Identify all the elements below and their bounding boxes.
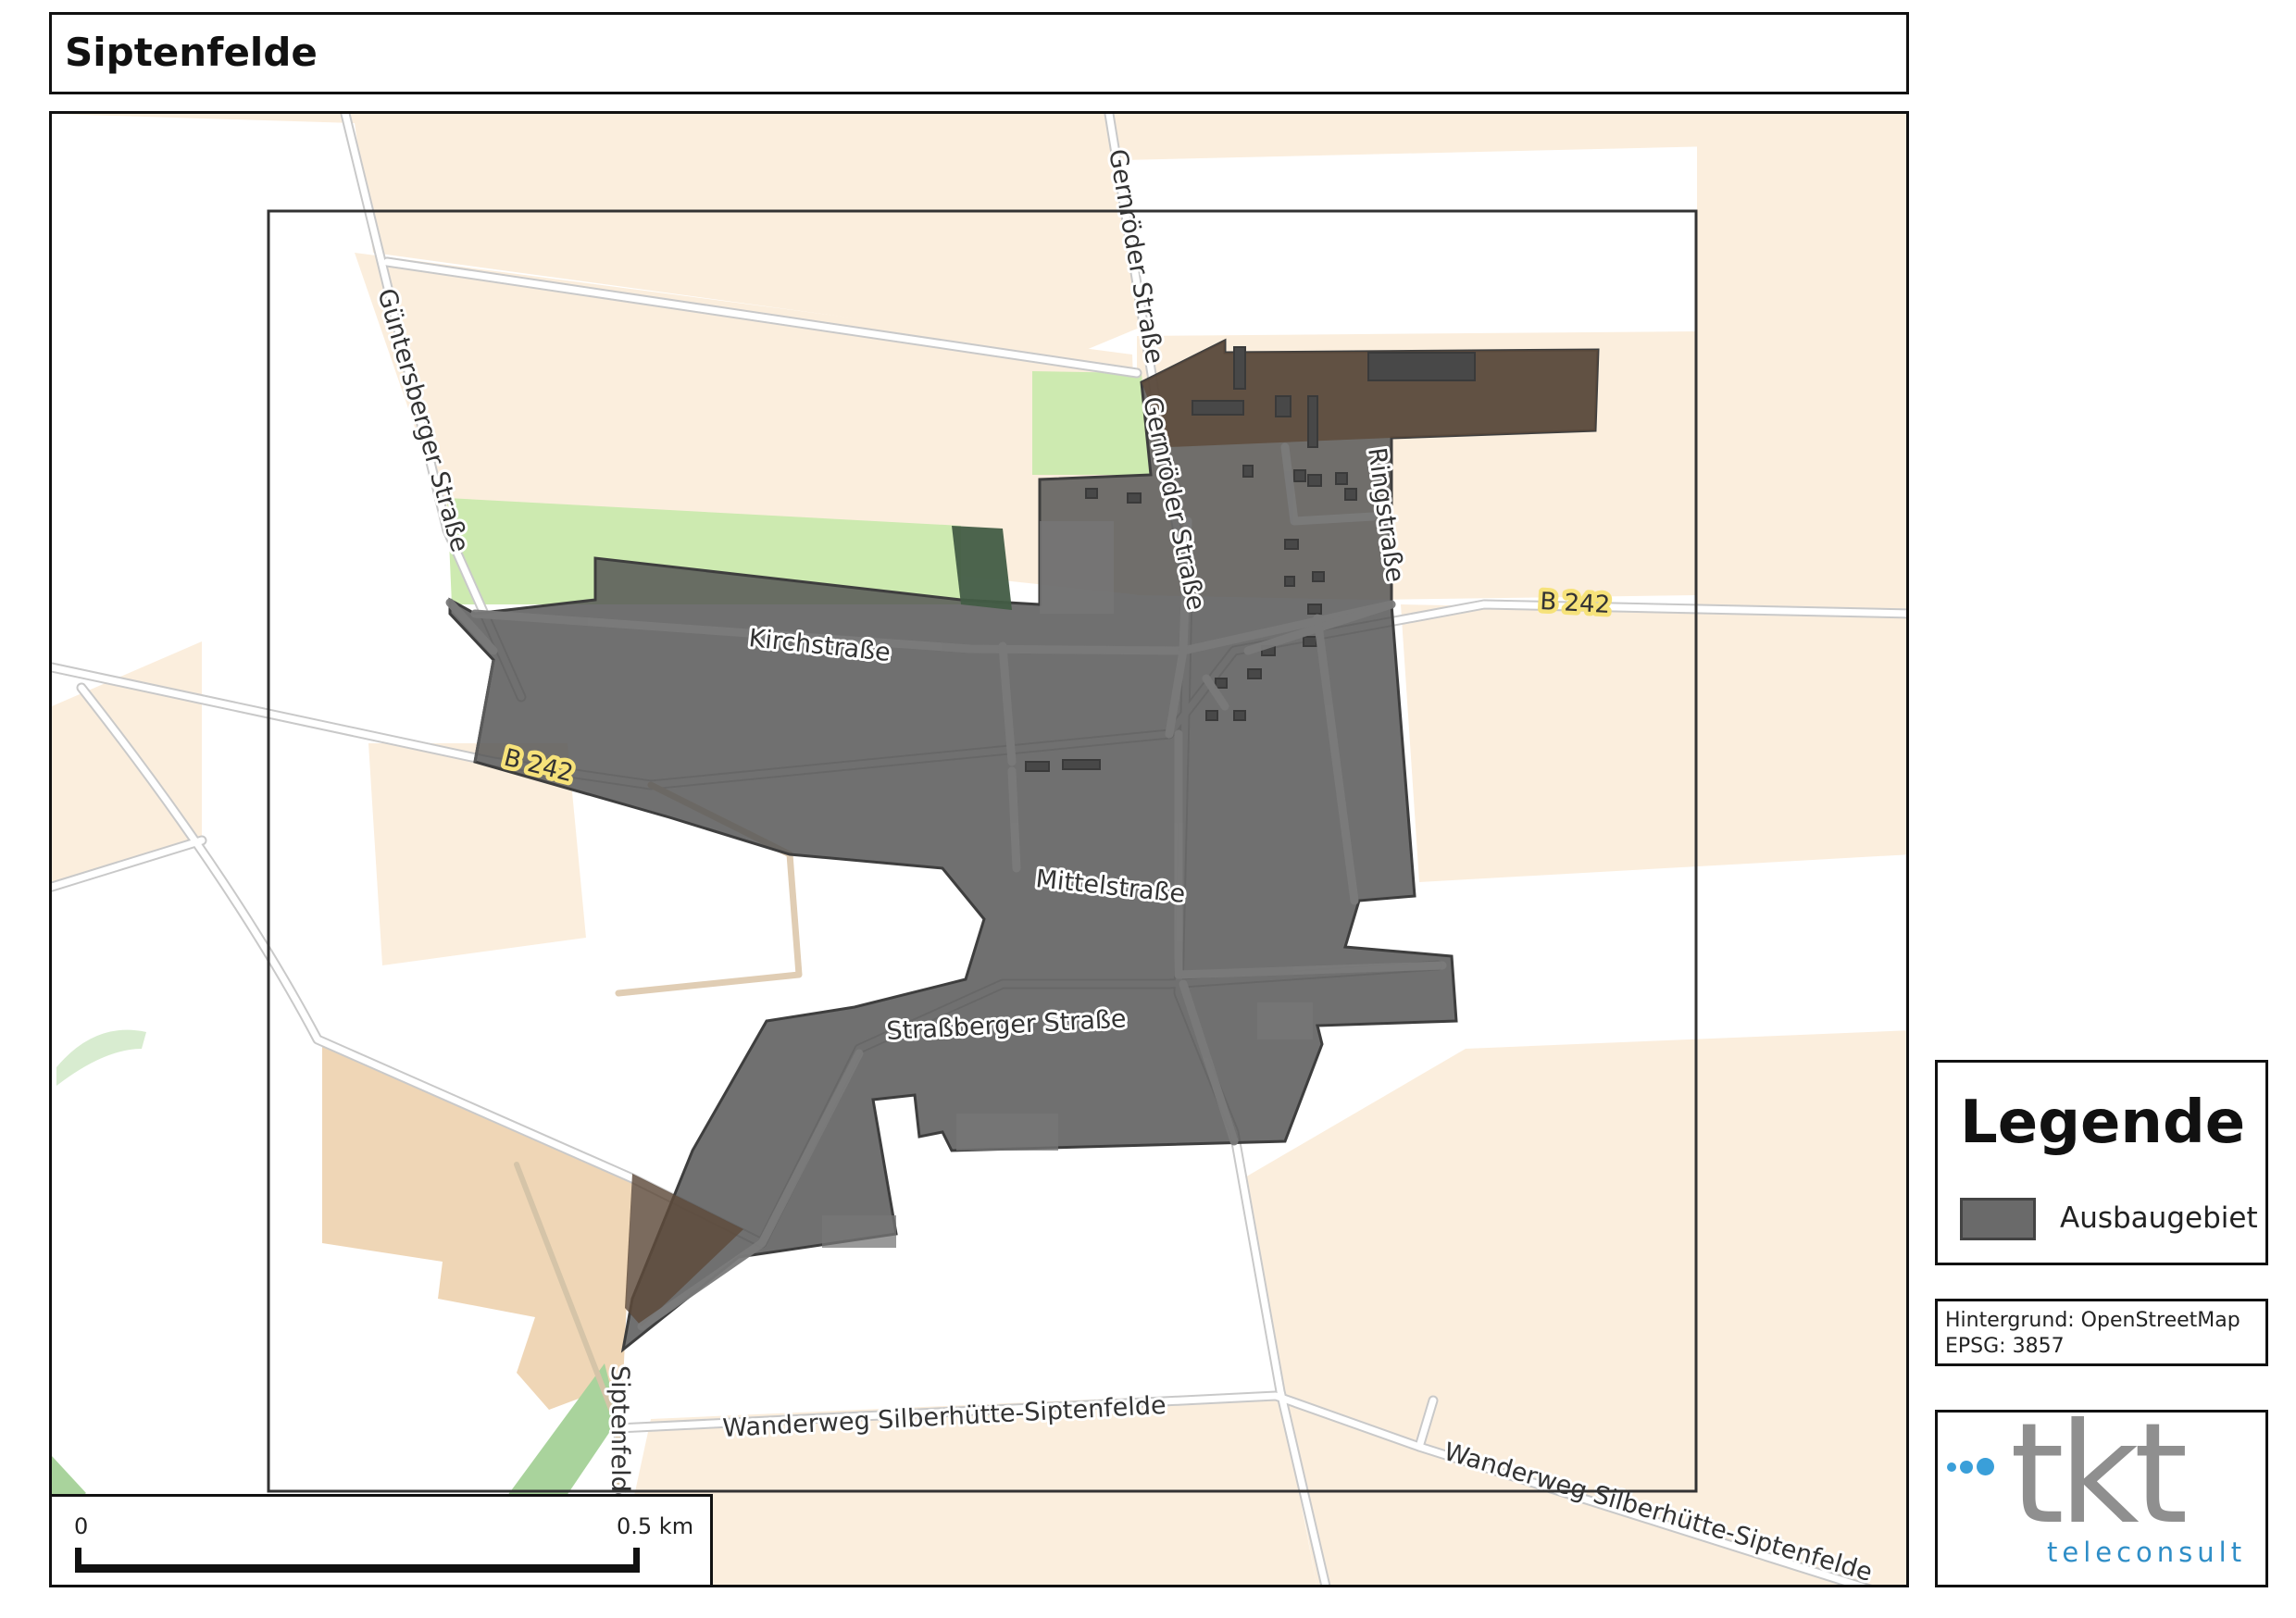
map-frame[interactable]: Güntersberger Straße Gernröder Straße Ge… [49, 111, 1909, 1587]
logo-dots-icon [1947, 1457, 1998, 1475]
legend-entry-ausbaugebiet: Ausbaugebiet [2060, 1201, 2258, 1235]
logo-brand: tkt [2010, 1394, 2188, 1555]
map-title-box: Siptenfelde [49, 12, 1909, 94]
logo-subtitle: teleconsult [2047, 1537, 2247, 1568]
map-canvas[interactable]: Güntersberger Straße Gernröder Straße Ge… [52, 114, 1909, 1587]
scale-tick-start [75, 1548, 81, 1573]
source-box: Hintergrund: OpenStreetMap EPSG: 3857 [1935, 1299, 2268, 1366]
grass-field-north [1032, 371, 1151, 475]
scale-bar [75, 1548, 640, 1573]
scale-end-label: 0.5 km [617, 1513, 694, 1539]
company-logo: tkt teleconsult [1935, 1405, 2268, 1587]
map-title: Siptenfelde [65, 30, 318, 75]
route-shield-b242-east: B 242 [1540, 588, 1611, 619]
forest-strip-west [56, 1029, 146, 1086]
source-crs: EPSG: 3857 [1945, 1335, 2065, 1358]
scale-bar-box: 0 0.5 km [49, 1494, 713, 1587]
legend-swatch-ausbaugebiet [1960, 1198, 2036, 1240]
farmland-east [1401, 604, 1906, 882]
scale-tick-end [633, 1548, 640, 1573]
legend-box: Legende Ausbaugebiet [1935, 1060, 2268, 1265]
brownfield-southwest [322, 1039, 632, 1410]
source-background: Hintergrund: OpenStreetMap [1945, 1309, 2240, 1332]
farmland-far-northeast [1697, 132, 1906, 614]
scale-start-label: 0 [74, 1513, 89, 1539]
street-label-siptenfelde: Siptenfelde [605, 1365, 634, 1507]
ausbaugebiet-forest-patch [952, 526, 1012, 610]
legend-title: Legende [1960, 1089, 2246, 1157]
farmland-north [52, 114, 1906, 350]
